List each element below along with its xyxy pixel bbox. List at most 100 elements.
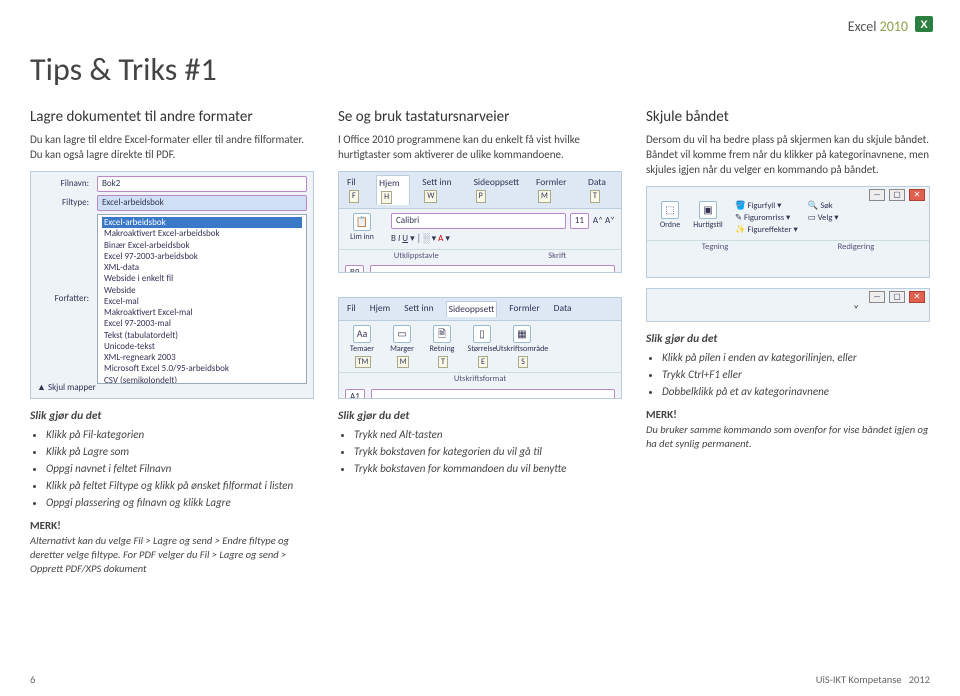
group-label: Utskriftsformat	[339, 372, 621, 386]
saveas-filnavn-field[interactable]: Bok2	[97, 176, 307, 192]
step: Klikk på feltet Filtype og klikk på ønsk…	[46, 479, 314, 494]
quickstyle-icon: ▣	[699, 201, 717, 219]
dd-item[interactable]: Binær Excel-arbeidsbok	[102, 240, 302, 251]
tab-settinn[interactable]: Sett innW	[420, 175, 461, 205]
group-label: Utklippstavle	[394, 251, 439, 262]
close-button[interactable]: ✕	[909, 189, 925, 201]
dd-item[interactable]: XML-regneark 2003	[102, 352, 302, 363]
ribbon-tabs2: Fil Hjem Sett inn Sideoppsett Formler Da…	[339, 298, 621, 321]
col1-note-label: MERK!	[30, 519, 314, 534]
page-footer: 6 UiS-IKT Kompetanse 2012	[30, 673, 930, 686]
find-btn[interactable]: 🔍 Søk	[808, 201, 839, 213]
name-box[interactable]: B9	[345, 265, 364, 273]
shape-effects-btn[interactable]: ✨ Figureffekter ▾	[735, 225, 798, 237]
col3-howto-title: Slik gjør du det	[646, 332, 930, 348]
tab-sideoppsett[interactable]: Sideoppsett	[446, 301, 498, 317]
size-button[interactable]: ▯StørrelseE	[465, 325, 499, 369]
paste-button[interactable]: 📋Lim inn	[345, 213, 379, 243]
dd-item[interactable]: Webside i enkelt fil	[102, 273, 302, 284]
maximize-button[interactable]: ▢	[889, 291, 905, 303]
font-combo[interactable]: Calibri	[391, 213, 566, 229]
group-label: Skrift	[548, 251, 566, 262]
tab-hjem[interactable]: Hjem	[368, 301, 393, 317]
themes-button[interactable]: AaTemaerTM	[345, 325, 379, 369]
ribbon-keytips-screenshot-1: FilF HjemH Sett innW SideoppsettP Formle…	[338, 171, 622, 273]
tab-fil[interactable]: Fil	[345, 301, 358, 317]
minimize-button[interactable]: —	[869, 291, 885, 303]
ribbon-collapsed-screenshot: — ▢ ✕ ˅	[646, 288, 930, 322]
printarea-button[interactable]: ▦UtskriftsområdeS	[505, 325, 539, 369]
tab-data[interactable]: Data	[552, 301, 574, 317]
col2-howto-title: Slik gjør du det	[338, 409, 622, 425]
dd-item[interactable]: Excel-arbeidsbok	[102, 217, 302, 228]
minimize-button[interactable]: —	[869, 189, 885, 201]
arrange-icon: ⬚	[661, 201, 679, 219]
margins-button[interactable]: ▭MargerM	[385, 325, 419, 369]
orientation-button[interactable]: 🗎RetningT	[425, 325, 459, 369]
name-box[interactable]: A1	[345, 389, 365, 399]
printarea-icon: ▦	[513, 325, 531, 343]
formula-bar[interactable]	[370, 265, 615, 273]
group-label: Redigering	[838, 242, 875, 253]
dd-item[interactable]: Excel-mal	[102, 296, 302, 307]
col2-intro: I Office 2010 programmene kan du enkelt …	[338, 133, 622, 163]
saveas-filtype-dropdown[interactable]: Excel-arbeidsbok Makroaktivert Excel-arb…	[97, 214, 307, 384]
dd-item[interactable]: Tekst (tabulatordelt)	[102, 330, 302, 341]
dd-item[interactable]: Unicode-tekst	[102, 341, 302, 352]
col3-steps: Klikk på pilen i enden av kategorilinjen…	[662, 351, 930, 400]
tab-fil[interactable]: FilF	[345, 175, 366, 205]
close-button[interactable]: ✕	[909, 291, 925, 303]
tab-hjem[interactable]: HjemH	[376, 175, 410, 205]
brand-year: 2010	[880, 18, 908, 35]
dd-item[interactable]: Microsoft Excel 5.0/95-arbeidsbok	[102, 363, 302, 374]
brand-product-name: Excel	[848, 18, 877, 35]
dd-item[interactable]: Makroaktivert Excel-mal	[102, 307, 302, 318]
saveas-filtype-field[interactable]: Excel-arbeidsbok	[97, 195, 307, 211]
step: Dobbelklikk på et av kategorinavnene	[662, 385, 930, 400]
page-title: Tips & Triks #1	[30, 50, 930, 89]
col2-heading: Se og bruk tastatursnarveier	[338, 107, 622, 127]
formula-bar[interactable]	[371, 389, 615, 399]
dd-item[interactable]: Excel 97-2003-arbeidsbok	[102, 251, 302, 262]
shape-outline-btn[interactable]: ✎ Figuromriss ▾	[735, 213, 798, 225]
dd-item[interactable]: CSV (semikolondelt)	[102, 375, 302, 385]
step: Trykk bokstaven for kommandoen du vil be…	[354, 462, 622, 477]
shape-fill-btn[interactable]: 🪣 Figurfyll ▾	[735, 201, 798, 213]
clipboard-icon: 📋	[353, 213, 371, 231]
skjul-mapper-toggle[interactable]: ▲ Skjul mapper	[37, 382, 96, 394]
col3-heading: Skjule båndet	[646, 107, 930, 127]
brand-area: Excel 2010 X	[848, 14, 934, 39]
orientation-icon: 🗎	[433, 325, 451, 343]
page-number: 6	[30, 673, 35, 686]
dd-item[interactable]: Excel 97-2003-mal	[102, 318, 302, 329]
dd-item[interactable]: Makroaktivert Excel-arbeidsbok	[102, 228, 302, 239]
fontsize-combo[interactable]: 11	[570, 213, 589, 229]
tab-formler[interactable]: Formler	[507, 301, 541, 317]
saveas-screenshot: Filnavn: Bok2 Filtype: Excel-arbeidsbok …	[30, 171, 314, 399]
dd-item[interactable]: Webside	[102, 285, 302, 296]
excel-logo-icon: X	[914, 14, 934, 39]
step: Klikk på Fil-kategorien	[46, 428, 314, 443]
col1-note-text: Alternativt kan du velge Fil > Lagre og …	[30, 534, 314, 577]
dd-item[interactable]: XML-data	[102, 262, 302, 273]
footer-credit: UiS-IKT Kompetanse 2012	[816, 673, 930, 686]
step: Oppgi plassering og filnavn og klikk Lag…	[46, 496, 314, 511]
margins-icon: ▭	[393, 325, 411, 343]
col2-steps: Trykk ned Alt-tasten Trykk bokstaven for…	[354, 428, 622, 477]
saveas-filtype-label: Filtype:	[37, 197, 89, 209]
col3-intro: Dersom du vil ha bedre plass på skjermen…	[646, 133, 930, 178]
select-btn[interactable]: ▭ Velg ▾	[808, 213, 839, 225]
expand-ribbon-icon[interactable]: ˅	[853, 303, 859, 318]
column-save-formats: Lagre dokumentet til andre formater Du k…	[30, 107, 314, 576]
tab-settinn[interactable]: Sett inn	[402, 301, 435, 317]
maximize-button[interactable]: ▢	[889, 189, 905, 201]
step: Trykk ned Alt-tasten	[354, 428, 622, 443]
tab-formler[interactable]: FormlerM	[534, 175, 576, 205]
tab-sideoppsett[interactable]: SideoppsettP	[472, 175, 524, 205]
quickstyle-button[interactable]: ▣Hurtigstil	[691, 201, 725, 231]
tab-data[interactable]: DataT	[586, 175, 615, 205]
arrange-button[interactable]: ⬚Ordne	[653, 201, 687, 231]
step: Klikk på pilen i enden av kategorilinjen…	[662, 351, 930, 366]
column-shortcuts: Se og bruk tastatursnarveier I Office 20…	[338, 107, 622, 576]
columns: Lagre dokumentet til andre formater Du k…	[30, 107, 930, 576]
